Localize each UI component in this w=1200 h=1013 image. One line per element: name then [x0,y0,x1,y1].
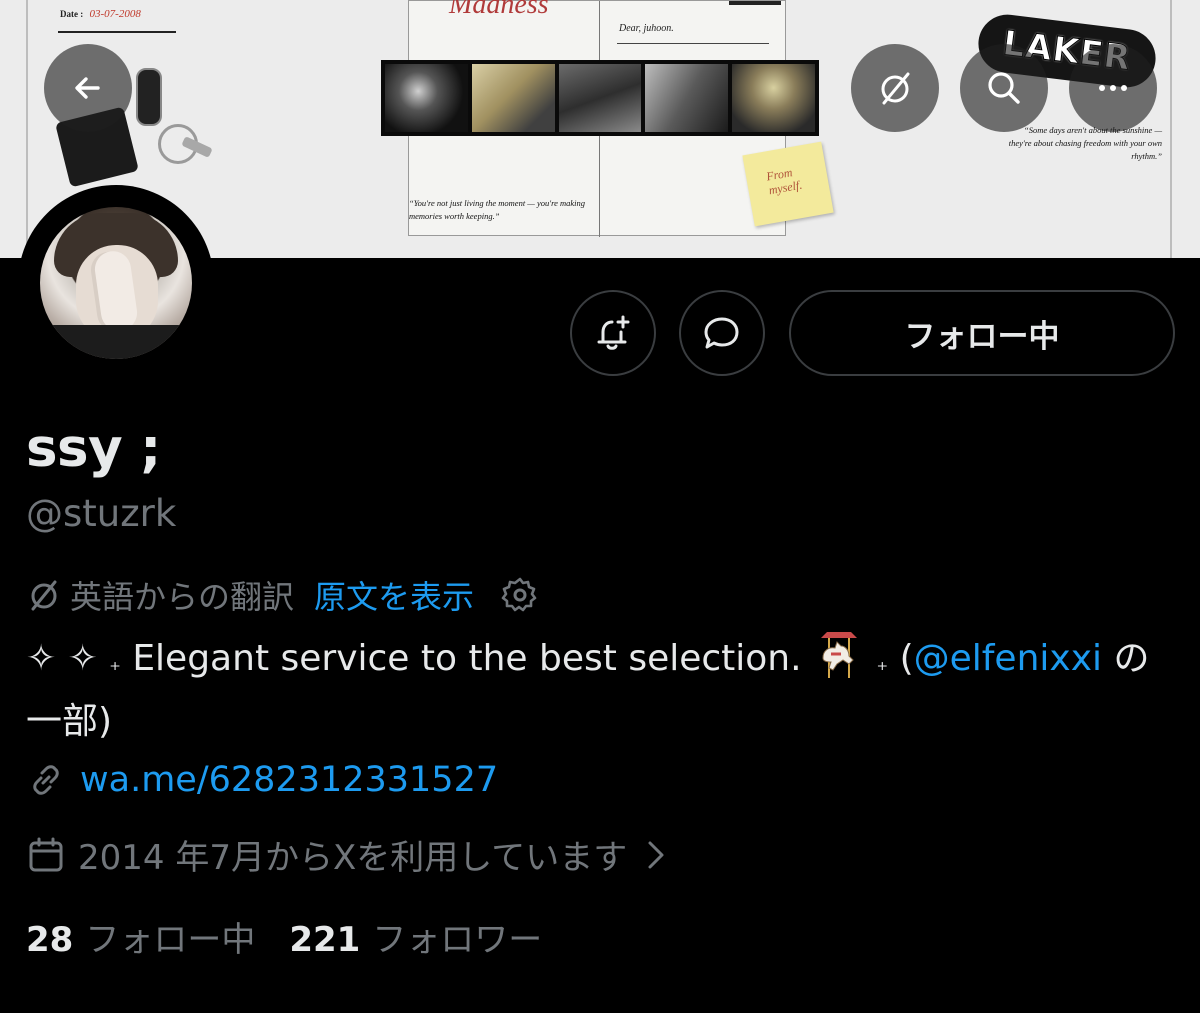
bio-text: Elegant service to the best selection. [132,638,802,679]
banner-date-rule [58,31,176,33]
translate-slash-icon [881,72,910,105]
translate-slash-icon [26,577,62,613]
join-date[interactable]: 2014 年7月からXを利用しています [26,830,669,879]
arrow-left-icon [75,77,100,99]
display-name: ssy ; [26,418,161,479]
banner-date-value: 03-07-2008 [89,8,141,20]
carousel-horse-icon [821,632,858,678]
bio-open-paren: ( [899,638,914,679]
translation-bar: 英語からの翻訳 原文を表示 [26,573,540,617]
film-photo [385,64,468,132]
link-icon [33,765,59,795]
film-photo [645,64,729,132]
avatar[interactable] [40,207,192,359]
bio-mention-link[interactable]: @elfenixxi [914,638,1102,679]
film-photo [471,64,555,132]
message-bubble-icon [704,317,739,349]
banner-date-label: Date : [60,9,84,19]
show-original-link[interactable]: 原文を表示 [314,572,474,618]
calendar-icon [29,837,63,871]
banner-headline: Madness [449,0,549,20]
more-button[interactable] [1069,44,1157,132]
chevron-right-icon [643,838,669,872]
banner-filmstrip [381,60,819,136]
followers-count: 221 [289,920,361,960]
following-label: フォロー中 [85,920,256,960]
film-photo [732,64,815,132]
profile-bio: ✧ ✧ ₊ Elegant service to the best select… [26,630,1176,751]
website-link[interactable]: wa.me/6282312331527 [80,760,498,800]
film-photo [558,64,642,132]
following-button[interactable]: フォロー中 [789,290,1175,376]
profile-website: wa.me/6282312331527 [26,760,498,800]
translation-settings-button[interactable] [500,575,540,615]
gear-icon [501,577,537,612]
translate-toggle-button[interactable] [851,44,939,132]
bell-plus-icon [597,315,630,350]
more-horizontal-icon [1099,85,1127,91]
banner-frame-line [26,0,28,258]
bio-plus: ₊ [876,651,889,676]
user-handle: @stuzrk [26,492,177,535]
bio-sparkles: ✧ ✧ [26,638,98,679]
banner-date: Date : 03-07-2008 [60,8,141,20]
message-button[interactable] [679,290,765,376]
following-stat[interactable]: 28 フォロー中 [26,912,255,961]
search-button[interactable] [960,44,1048,132]
banner-quote-left: “You're not just living the moment — you… [409,198,585,221]
banner-quote-right: “Some days aren't about the sunshine — t… [1008,125,1162,161]
search-icon [988,72,1020,104]
translation-label: 英語からの翻訳 [70,578,295,616]
bio-plus: ₊ [109,651,121,676]
back-button[interactable] [44,44,132,132]
join-date-text: 2014 年7月からXを利用しています [78,838,628,878]
following-count: 28 [26,920,74,960]
followers-stat[interactable]: 221 フォロワー [289,912,542,961]
follow-stats: 28 フォロー中 221 フォロワー [26,912,542,961]
banner-sticky-note: From myself. [742,141,834,227]
banner-letter-greeting: Dear, juhoon. [619,23,674,34]
notifications-button[interactable] [570,290,656,376]
followers-label: フォロワー [372,920,543,960]
banner-frame-line [1170,0,1172,258]
